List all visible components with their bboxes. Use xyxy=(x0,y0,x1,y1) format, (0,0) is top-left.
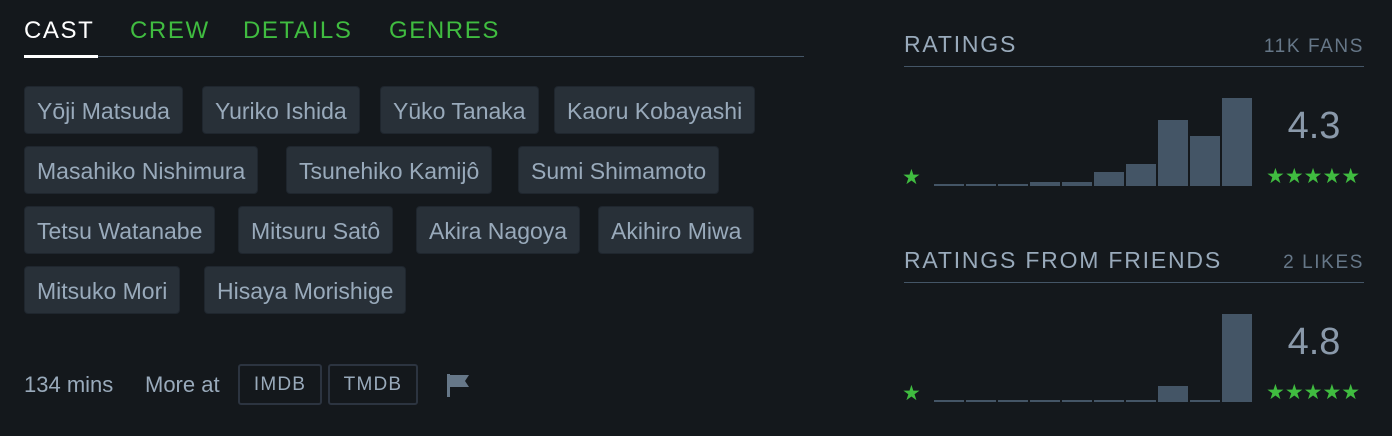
cast-member-chip[interactable]: Yōji Matsuda xyxy=(24,86,183,134)
runtime-text: 134 mins xyxy=(24,372,114,397)
histogram-bar[interactable] xyxy=(1158,120,1188,186)
flag-icon[interactable] xyxy=(444,370,474,400)
five-stars-icon: ★★★★★ xyxy=(1266,381,1361,404)
cast-member-chip[interactable]: Tsunehiko Kamijô xyxy=(286,146,493,194)
histogram-bar[interactable] xyxy=(998,184,1028,186)
tab-crew[interactable]: CREW xyxy=(130,17,210,45)
cast-member-chip[interactable]: Yuriko Ishida xyxy=(202,86,360,134)
histogram-bar[interactable] xyxy=(1062,182,1092,186)
cast-member-chip[interactable]: Mitsuko Mori xyxy=(24,266,181,314)
histogram-bar[interactable] xyxy=(966,184,996,186)
cast-member-chip[interactable]: Akira Nagoya xyxy=(416,206,581,254)
histogram-bar[interactable] xyxy=(1094,400,1124,402)
tab-details[interactable]: DETAILS xyxy=(243,17,352,45)
histogram-bar[interactable] xyxy=(1190,136,1220,186)
histogram-bar[interactable] xyxy=(998,400,1028,402)
cast-member-chip[interactable]: Hisaya Morishige xyxy=(204,266,407,314)
ratings-fans-link[interactable]: 11K FANS xyxy=(1264,36,1364,58)
cast-member-chip[interactable]: Sumi Shimamoto xyxy=(518,146,720,194)
histogram-bar[interactable] xyxy=(1222,98,1252,186)
histogram-bar[interactable] xyxy=(1030,400,1060,402)
cast-member-chip[interactable]: Kaoru Kobayashi xyxy=(554,86,756,134)
five-stars-icon: ★★★★★ xyxy=(1266,165,1361,188)
ratings-header: RATINGS 11K FANS xyxy=(904,30,1364,67)
cast-member-chip[interactable]: Masahiko Nishimura xyxy=(24,146,259,194)
histogram-bar[interactable] xyxy=(1126,164,1156,186)
histogram-bar[interactable] xyxy=(966,400,996,402)
tab-bar: CAST CREW DETAILS GENRES xyxy=(24,14,804,58)
histogram-bar[interactable] xyxy=(1030,182,1060,186)
ratings-average[interactable]: 4.3 xyxy=(1262,104,1366,148)
histogram-bar[interactable] xyxy=(1222,314,1252,402)
friends-ratings-average[interactable]: 4.8 xyxy=(1262,320,1366,364)
cast-member-chip[interactable]: Mitsuru Satô xyxy=(238,206,394,254)
ratings-title: RATINGS xyxy=(904,31,1018,57)
tab-cast[interactable]: CAST xyxy=(24,17,99,58)
histogram-bar[interactable] xyxy=(934,184,964,186)
imdb-link-button[interactable]: IMDB xyxy=(238,364,322,405)
cast-member-chip[interactable]: Akihiro Miwa xyxy=(598,206,755,254)
histogram-bar[interactable] xyxy=(1158,386,1188,402)
friends-likes-link[interactable]: 2 LIKES xyxy=(1283,252,1364,274)
histogram-bar[interactable] xyxy=(1062,400,1092,402)
friends-ratings-title: RATINGS FROM FRIENDS xyxy=(904,247,1222,273)
histogram-bar[interactable] xyxy=(1094,172,1124,186)
histogram-bar[interactable] xyxy=(1126,400,1156,402)
histogram-bar[interactable] xyxy=(934,400,964,402)
more-at-label: More at xyxy=(145,372,220,397)
cast-member-chip[interactable]: Tetsu Watanabe xyxy=(24,206,216,254)
histogram-bar[interactable] xyxy=(1190,400,1220,402)
cast-member-chip[interactable]: Yūko Tanaka xyxy=(380,86,539,134)
friends-ratings-header: RATINGS FROM FRIENDS 2 LIKES xyxy=(904,246,1364,283)
tab-genres[interactable]: GENRES xyxy=(389,17,500,45)
tmdb-link-button[interactable]: TMDB xyxy=(328,364,418,405)
